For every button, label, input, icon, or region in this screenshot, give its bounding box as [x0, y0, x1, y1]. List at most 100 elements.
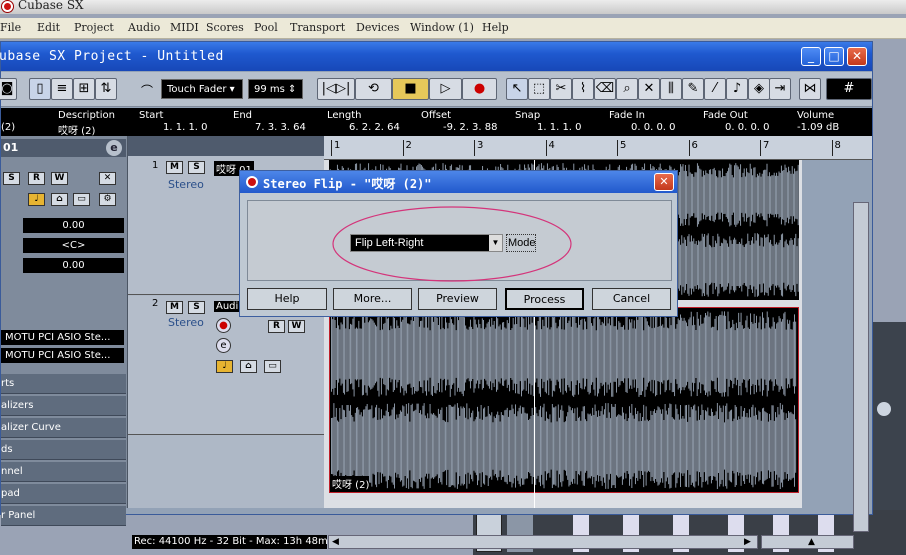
play-tool-icon[interactable]: ♪ [726, 78, 748, 100]
menu-file[interactable]: File [0, 21, 21, 34]
scroll-left-icon[interactable]: ◀ [332, 537, 342, 547]
erase-icon[interactable]: ⌫ [594, 78, 616, 100]
snap-type-icon[interactable]: ⋈ [799, 78, 821, 100]
mute-button[interactable]: M [166, 161, 183, 174]
menu-project[interactable]: Project [74, 21, 114, 34]
timebase-icon[interactable]: ♩ [28, 193, 45, 206]
close-button[interactable]: ✕ [847, 47, 867, 66]
info-value-description[interactable]: 哎呀 (2) [58, 122, 95, 137]
scroll-right-icon[interactable]: ▶ [744, 537, 754, 547]
edit-icon[interactable]: e [106, 140, 122, 156]
color-icon[interactable]: ◈ [748, 78, 770, 100]
cancel-button[interactable]: Cancel [592, 288, 671, 310]
menu-edit[interactable]: Edit [37, 21, 60, 34]
help-button[interactable]: Help [247, 288, 327, 310]
automation-mode-select[interactable]: Touch Fader ▾ [161, 79, 243, 99]
pointer-icon[interactable]: ↖ [506, 78, 528, 100]
knob-icon[interactable] [877, 402, 891, 416]
track-name[interactable]: Audi [214, 301, 241, 312]
read-button[interactable]: R [268, 320, 285, 333]
window-layout-icon[interactable]: ⊞ [73, 78, 95, 100]
solo-button[interactable]: S [3, 172, 20, 185]
write-button[interactable]: W [288, 320, 305, 333]
snap-icon[interactable]: ⇥ [769, 78, 791, 100]
record-icon[interactable]: ● [462, 78, 497, 100]
lanes-icon[interactable]: ▭ [264, 360, 281, 373]
maximize-button[interactable]: □ [824, 47, 844, 66]
menu-transport[interactable]: Transport [290, 21, 345, 34]
zoom-thumb-icon[interactable]: ▲ [808, 537, 815, 547]
solo-button[interactable]: S [188, 301, 205, 314]
output-routing-select[interactable]: MOTU PCI ASIO Ste... [1, 348, 124, 363]
process-button[interactable]: Process [505, 288, 584, 310]
mute-icon[interactable]: ✕ [638, 78, 660, 100]
info-value-volume[interactable]: -1.09 dB [797, 122, 839, 133]
filter-icon[interactable]: ≡ [51, 78, 73, 100]
write-button[interactable]: W [51, 172, 68, 185]
info-value-end[interactable]: 7. 3. 3. 64 [255, 122, 306, 133]
info-value-length[interactable]: 6. 2. 2. 64 [349, 122, 400, 133]
settings-icon[interactable]: ⚙ [99, 193, 116, 206]
lock-icon[interactable]: ⌂ [51, 193, 68, 206]
constrain-icon[interactable]: ◙ [0, 78, 17, 100]
mixer-icon[interactable]: ⇅ [95, 78, 117, 100]
timebase-icon[interactable]: ♩ [216, 360, 233, 373]
audio-event-track-2[interactable]: 哎呀 (2) [329, 307, 799, 493]
more-button[interactable]: More... [333, 288, 412, 310]
inspector-section-inserts[interactable]: rts [1, 374, 126, 394]
info-value-snap[interactable]: 1. 1. 1. 0 [537, 122, 582, 133]
auto-quantize-field[interactable]: 99 ms ⇕ [248, 79, 303, 99]
menu-help[interactable]: Help [482, 21, 509, 34]
grid-icon[interactable]: # [826, 78, 872, 100]
line-icon[interactable]: ⁄ [704, 78, 726, 100]
chevron-down-icon[interactable]: ▼ [489, 235, 502, 251]
inspector-toggle-icon[interactable]: ▯ [29, 78, 51, 100]
inspector-section-notepad[interactable]: pad [1, 484, 126, 504]
info-value-fade-in[interactable]: 0. 0. 0. 0 [631, 122, 676, 133]
lock-icon[interactable]: ⌂ [240, 360, 257, 373]
glue-icon[interactable]: ⌇ [572, 78, 594, 100]
record-enable-icon[interactable]: ● [216, 318, 231, 333]
inspector-section-sends[interactable]: ds [1, 440, 126, 460]
menu-pool[interactable]: Pool [254, 21, 278, 34]
info-value-start[interactable]: 1. 1. 1. 0 [163, 122, 208, 133]
input-routing-select[interactable]: MOTU PCI ASIO Ste... [1, 330, 124, 345]
menu-window[interactable]: Window (1) [410, 21, 474, 34]
mute-button[interactable]: M [166, 301, 183, 314]
mode-select[interactable]: Flip Left-Right ▼ [350, 234, 503, 252]
menu-midi[interactable]: MIDI [170, 21, 199, 34]
delay-value[interactable]: 0.00 [23, 258, 124, 273]
edit-icon[interactable]: e [216, 338, 231, 353]
inspector-section-equalizers[interactable]: alizers [1, 396, 126, 416]
info-value-fade-out[interactable]: 0. 0. 0. 0 [725, 122, 770, 133]
time-warp-icon[interactable]: ⫼ [660, 78, 682, 100]
preview-button[interactable]: Preview [418, 288, 497, 310]
lanes-icon[interactable]: ▭ [73, 193, 90, 206]
horizontal-zoom-slider[interactable]: ▲ [761, 535, 854, 549]
timeline-ruler[interactable]: 1 2 3 4 5 6 7 8 [324, 136, 872, 160]
volume-value[interactable]: 0.00 [23, 218, 124, 233]
draw-icon[interactable]: ✎ [682, 78, 704, 100]
split-icon[interactable]: ✂ [550, 78, 572, 100]
play-icon[interactable]: ▷ [429, 78, 462, 100]
menu-scores[interactable]: Scores [206, 21, 244, 34]
zoom-icon[interactable]: ⌕ [616, 78, 638, 100]
range-icon[interactable]: ⬚ [528, 78, 550, 100]
stop-icon[interactable]: ■ [392, 78, 429, 100]
menu-audio[interactable]: Audio [128, 21, 160, 34]
minimize-button[interactable]: _ [801, 47, 821, 66]
pan-value[interactable]: <C> [23, 238, 124, 253]
inspector-track-header[interactable]: 01 e [1, 139, 126, 157]
info-value-offset[interactable]: -9. 2. 3. 88 [443, 122, 498, 133]
solo-button[interactable]: S [188, 161, 205, 174]
cycle-icon[interactable]: ⟲ [355, 78, 392, 100]
bypass-icon[interactable]: ✕ [99, 172, 116, 185]
menu-devices[interactable]: Devices [356, 21, 399, 34]
read-button[interactable]: R [28, 172, 45, 185]
horizontal-scrollbar[interactable]: ◀ ▶ [328, 535, 758, 549]
close-icon[interactable]: ✕ [654, 173, 674, 191]
vertical-scrollbar[interactable] [853, 202, 869, 532]
rewind-icon[interactable]: |◁▷| [317, 78, 355, 100]
info-value-id[interactable]: (2) [1, 122, 15, 133]
inspector-section-eq-curve[interactable]: alizer Curve [1, 418, 126, 438]
